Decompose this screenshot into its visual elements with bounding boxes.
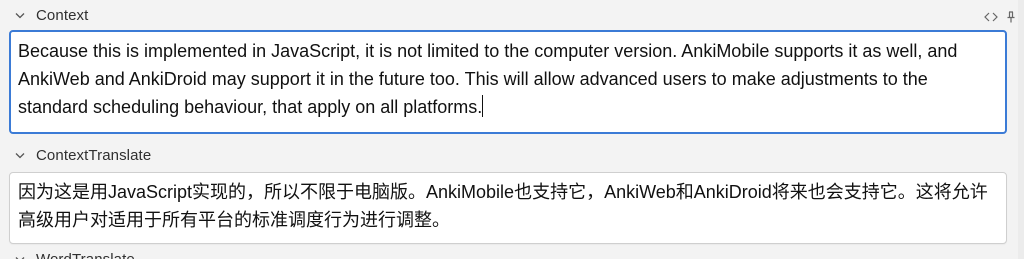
scrollbar[interactable]	[1018, 0, 1024, 259]
code-brackets-icon[interactable]	[984, 11, 998, 23]
field-text-context: Because this is implemented in JavaScrip…	[18, 41, 958, 117]
field-header-context-translate: ContextTranslate	[0, 142, 1024, 168]
field-label-context: Context	[36, 6, 89, 24]
chevron-down-icon[interactable]	[14, 253, 26, 259]
field-editor-context-translate[interactable]: 因为这是用JavaScript实现的，所以不限于电脑版。AnkiMobile也支…	[9, 172, 1007, 244]
field-text-context-translate: 因为这是用JavaScript实现的，所以不限于电脑版。AnkiMobile也支…	[18, 182, 988, 230]
field-label-word-translate: WordTranslate	[36, 251, 135, 259]
editor-fields-pane: Context Because this is implemented in J…	[0, 0, 1024, 259]
field-editor-context[interactable]: Because this is implemented in JavaScrip…	[9, 30, 1007, 134]
field-header-word-translate: WordTranslate	[0, 250, 1024, 259]
field-header-context: Context	[0, 2, 1024, 28]
text-caret	[482, 95, 484, 117]
field-tools	[984, 11, 1018, 23]
chevron-down-icon[interactable]	[14, 149, 26, 161]
field-label-context-translate: ContextTranslate	[36, 146, 152, 164]
pin-icon[interactable]	[1004, 11, 1018, 23]
chevron-down-icon[interactable]	[14, 9, 26, 21]
